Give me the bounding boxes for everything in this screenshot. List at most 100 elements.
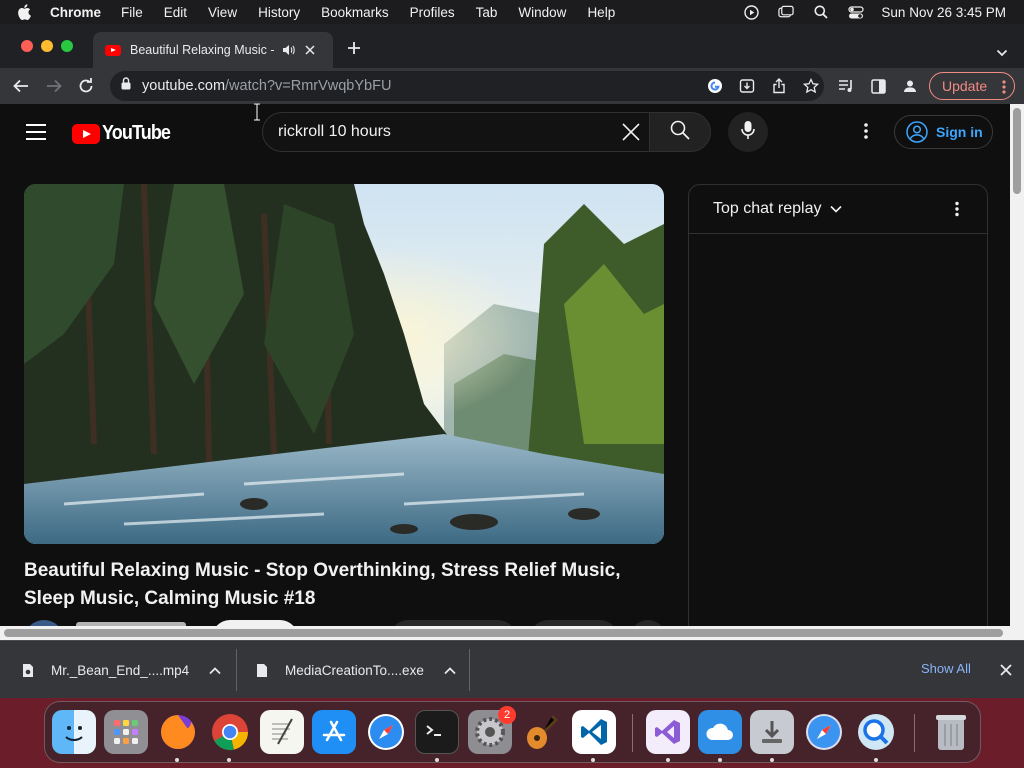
window-minimize-button[interactable] [41, 40, 53, 52]
chrome-menu-kebab-icon[interactable] [1002, 79, 1006, 98]
download-item[interactable]: Mr._Bean_End_....mp4 [22, 641, 221, 699]
horizontal-scrollbar-thumb[interactable] [4, 629, 1003, 637]
google-lens-icon[interactable] [706, 77, 724, 95]
tab-close-icon[interactable] [304, 44, 318, 56]
vertical-scrollbar[interactable] [1010, 104, 1024, 640]
firefox-icon[interactable] [156, 710, 200, 754]
window-zoom-button[interactable] [61, 40, 73, 52]
trash-icon[interactable] [929, 710, 973, 754]
install-app-icon[interactable] [738, 77, 756, 95]
menu-tab[interactable]: Tab [476, 5, 498, 20]
chrome-update-button[interactable]: Update [929, 72, 1015, 100]
youtube-logo[interactable]: YouTube [72, 122, 178, 145]
running-indicator [227, 758, 231, 762]
apple-menu-icon[interactable] [17, 4, 37, 20]
visual-studio-code-icon[interactable] [572, 710, 616, 754]
youtube-masthead: YouTube rickroll 10 hours Sign in [0, 104, 1010, 160]
running-indicator [175, 758, 179, 762]
safari-icon[interactable] [802, 710, 846, 754]
download-options-chevron-up-icon[interactable] [444, 663, 456, 678]
download-filename: Mr._Bean_End_....mp4 [51, 662, 190, 678]
weather-icon[interactable] [698, 710, 742, 754]
close-download-shelf-icon[interactable] [999, 663, 1013, 677]
tab-search-chevron-icon[interactable] [996, 44, 1008, 57]
downloads-folder-icon[interactable] [750, 710, 794, 754]
media-play-icon[interactable] [743, 4, 759, 20]
profile-avatar-icon[interactable] [901, 77, 919, 95]
address-url-text[interactable]: youtube.com/watch?v=RmrVwqbYbFU [142, 78, 391, 94]
menu-window[interactable]: Window [518, 5, 566, 20]
video-player[interactable] [24, 184, 664, 544]
chat-replay-title[interactable]: Top chat replay [713, 200, 822, 218]
finder-icon[interactable] [52, 710, 96, 754]
dock-separator [914, 714, 915, 752]
browser-tab-active[interactable]: Beautiful Relaxing Music - Stop Overthin… [93, 32, 333, 68]
voice-search-button[interactable] [728, 112, 768, 152]
chevron-down-icon[interactable] [829, 203, 842, 215]
search-icon [670, 120, 690, 145]
menu-help[interactable]: Help [587, 5, 615, 20]
forward-arrow-icon[interactable] [45, 77, 63, 95]
menu-profiles[interactable]: Profiles [410, 5, 455, 20]
menu-bookmarks[interactable]: Bookmarks [321, 5, 389, 20]
image-search-icon[interactable] [854, 710, 898, 754]
video-title: Beautiful Relaxing Music - Stop Overthin… [24, 560, 621, 609]
running-indicator [591, 758, 595, 762]
search-input[interactable]: rickroll 10 hours [262, 112, 650, 152]
file-icon [22, 663, 34, 678]
screen-mirroring-icon[interactable] [778, 5, 795, 19]
media-queue-icon[interactable] [837, 77, 855, 95]
side-panel-icon[interactable] [869, 77, 887, 95]
account-circle-icon [906, 121, 928, 143]
horizontal-scrollbar[interactable] [0, 626, 1010, 640]
bookmark-star-icon[interactable] [802, 77, 820, 95]
running-indicator [666, 758, 670, 762]
new-tab-plus-icon[interactable] [346, 40, 362, 56]
spotlight-search-icon[interactable] [813, 5, 829, 19]
download-options-chevron-up-icon[interactable] [209, 663, 221, 678]
back-arrow-icon[interactable] [12, 77, 30, 95]
download-separator [469, 649, 470, 691]
update-label: Update [942, 78, 988, 94]
download-shelf: Mr._Bean_End_....mp4 MediaCreationTo....… [0, 640, 1024, 698]
vertical-scrollbar-thumb[interactable] [1013, 108, 1021, 194]
sign-in-button[interactable]: Sign in [894, 115, 993, 149]
google-chrome-icon[interactable] [208, 710, 252, 754]
system-settings-icon[interactable]: 2 [468, 706, 516, 754]
running-indicator [770, 758, 774, 762]
safari-icon[interactable] [364, 710, 408, 754]
search-button[interactable] [649, 112, 711, 152]
launchpad-icon[interactable] [104, 710, 148, 754]
visual-studio-icon[interactable] [646, 710, 690, 754]
chat-replay-header[interactable]: Top chat replay [689, 185, 987, 234]
app-store-icon[interactable] [312, 710, 356, 754]
window-close-button[interactable] [21, 40, 33, 52]
terminal-icon[interactable] [415, 710, 459, 754]
youtube-play-logo-icon [72, 123, 100, 144]
address-bar[interactable]: youtube.com/watch?v=RmrVwqbYbFU [110, 71, 824, 101]
show-all-downloads-link[interactable]: Show All [921, 661, 971, 676]
settings-kebab-icon[interactable] [856, 122, 876, 142]
menu-file[interactable]: File [121, 5, 143, 20]
control-center-icon[interactable] [848, 5, 865, 19]
menu-app-name[interactable]: Chrome [50, 5, 101, 20]
lock-icon[interactable] [121, 77, 133, 95]
youtube-favicon-icon [105, 44, 121, 56]
youtube-watch-page: YouTube rickroll 10 hours Sign in Beauti… [0, 104, 1010, 626]
reload-icon[interactable] [77, 77, 95, 95]
menu-bar-clock[interactable]: Sun Nov 26 3:45 PM [881, 5, 1006, 20]
hamburger-menu-icon[interactable] [26, 124, 46, 140]
share-icon[interactable] [770, 77, 788, 95]
clear-search-icon[interactable] [621, 122, 641, 142]
menu-view[interactable]: View [208, 5, 237, 20]
garageband-icon[interactable] [520, 710, 564, 754]
textedit-icon[interactable] [260, 710, 304, 754]
running-indicator [874, 758, 878, 762]
tab-audio-speaker-icon[interactable] [282, 44, 296, 56]
menu-edit[interactable]: Edit [164, 5, 187, 20]
chat-options-kebab-icon[interactable] [947, 201, 967, 221]
download-item[interactable]: MediaCreationTo....exe [256, 641, 456, 699]
video-thumbnail-forest-river [24, 184, 664, 544]
menu-history[interactable]: History [258, 5, 300, 20]
search-query-text[interactable]: rickroll 10 hours [278, 123, 391, 141]
